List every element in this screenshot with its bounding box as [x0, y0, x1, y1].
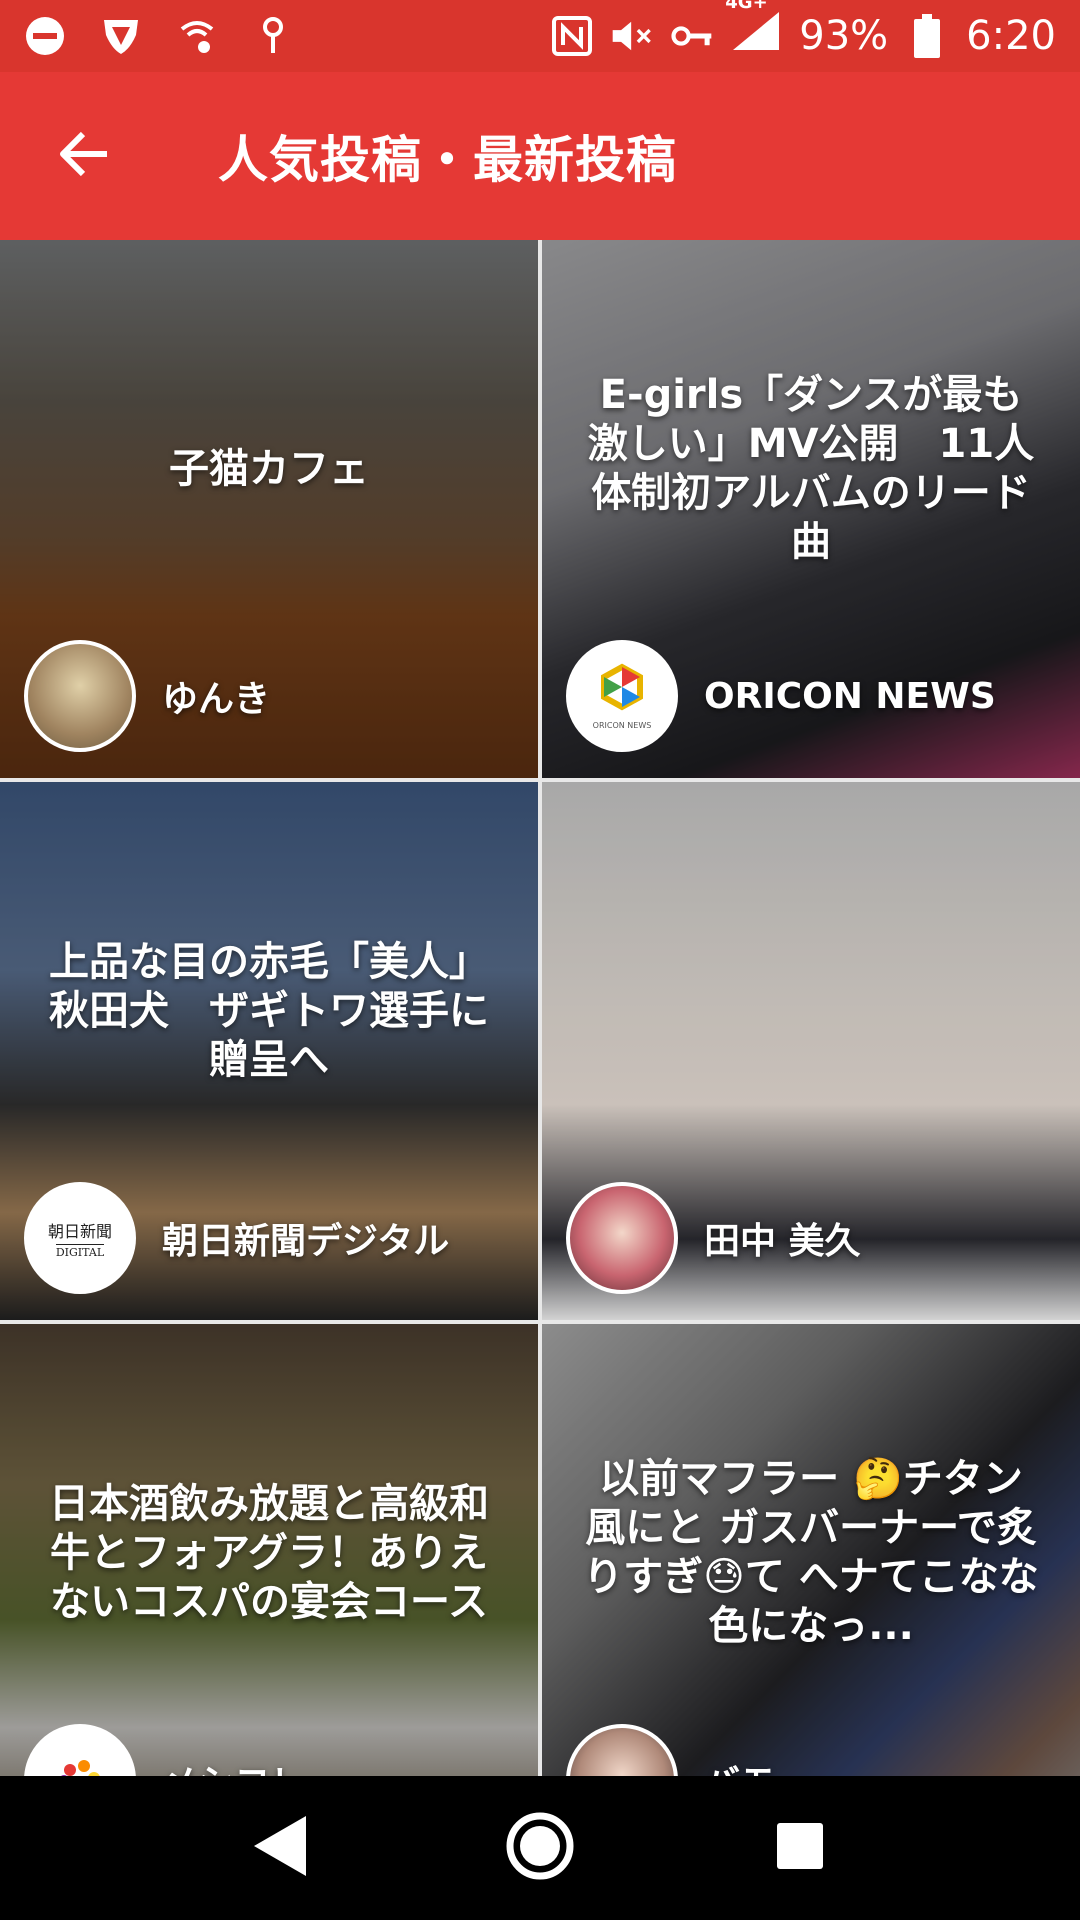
battery-percent: 93% [799, 13, 889, 59]
arrow-left-icon [59, 131, 109, 181]
recents-square-icon [773, 1819, 827, 1877]
status-bar: 4G+ 93% 6:20 [0, 0, 1080, 72]
author-name: ゆんき [162, 679, 271, 720]
page-title: 人気投稿・最新投稿 [218, 131, 677, 189]
post-title: 上品な目の赤毛「美人」秋田犬 ザギトワ選手に贈呈へ [49, 938, 489, 1083]
back-triangle-icon [250, 1812, 310, 1884]
shield-icon [100, 15, 142, 57]
post-title: 日本酒飲み放題と高級和牛とフォアグラ！ありえないコスパの宴会コース [49, 1480, 489, 1625]
author-name: メシコレ [162, 1754, 306, 1776]
post-title: 以前マフラー 🤔チタン風にと ガスバーナーで炙りすぎ😓て へナてこなな色になっ.… [583, 1456, 1039, 1649]
nav-recents-button[interactable] [755, 1803, 845, 1893]
nav-back-button[interactable] [235, 1803, 325, 1893]
post-author[interactable]: ORICON NEWS ORICON NEWS [566, 640, 996, 752]
portrait-avatar [566, 1182, 678, 1294]
wifi-call-icon [176, 15, 218, 57]
portrait-avatar [566, 1724, 678, 1776]
system-nav-bar [0, 1776, 1080, 1920]
post-title: E-girls「ダンスが最も激しい」MV公開 11人体制初アルバムのリード曲 [587, 372, 1035, 565]
post-card[interactable]: E-girls「ダンスが最も激しい」MV公開 11人体制初アルバムのリード曲 O… [542, 240, 1080, 778]
author-name: ORICON NEWS [704, 675, 996, 717]
colorful-dots-logo [24, 1724, 136, 1776]
post-author[interactable]: メシコレ [24, 1724, 306, 1776]
nfc-icon [551, 15, 593, 57]
post-grid: 子猫カフェ ゆんき E-girls「ダンスが最も激しい」MV公開 11人体制初ア… [0, 240, 1080, 1776]
author-name: 田中 美久 [704, 1221, 861, 1262]
oricon-news-logo: ORICON NEWS [566, 640, 678, 752]
mute-icon [611, 15, 653, 57]
clock: 6:20 [966, 13, 1056, 59]
app-bar: 人気投稿・最新投稿 [0, 72, 1080, 240]
home-circle-icon [504, 1810, 576, 1886]
network-type-label: 4G+ [725, 0, 768, 13]
post-card[interactable]: 上品な目の赤毛「美人」秋田犬 ザギトワ選手に贈呈へ 朝日新聞 DIGITAL 朝… [0, 782, 538, 1320]
asahi-digital-logo: 朝日新聞 DIGITAL [24, 1182, 136, 1294]
post-card[interactable]: 子猫カフェ ゆんき [0, 240, 538, 778]
author-name: バモ... [704, 1754, 817, 1776]
battery-icon [906, 14, 948, 58]
post-author[interactable]: バモ... [566, 1724, 817, 1776]
author-name: 朝日新聞デジタル [162, 1221, 450, 1262]
post-author[interactable]: 朝日新聞 DIGITAL 朝日新聞デジタル [24, 1182, 449, 1294]
post-card[interactable]: 田中 美久 [542, 782, 1080, 1320]
vpn-key-icon [671, 15, 713, 57]
signal-icon: 4G+ [725, 0, 781, 62]
location-pin-icon [252, 15, 294, 57]
post-title: 子猫カフェ [169, 445, 369, 492]
post-card[interactable]: 日本酒飲み放題と高級和牛とフォアグラ！ありえないコスパの宴会コース メシコレ [0, 1324, 538, 1776]
post-author[interactable]: ゆんき [24, 640, 270, 752]
do-not-disturb-icon [24, 15, 66, 57]
back-button[interactable] [0, 72, 168, 240]
post-card[interactable]: 以前マフラー 🤔チタン風にと ガスバーナーで炙りすぎ😓て へナてこなな色になっ.… [542, 1324, 1080, 1776]
climbing-photo-avatar [24, 640, 136, 752]
post-author[interactable]: 田中 美久 [566, 1182, 861, 1294]
nav-home-button[interactable] [495, 1803, 585, 1893]
